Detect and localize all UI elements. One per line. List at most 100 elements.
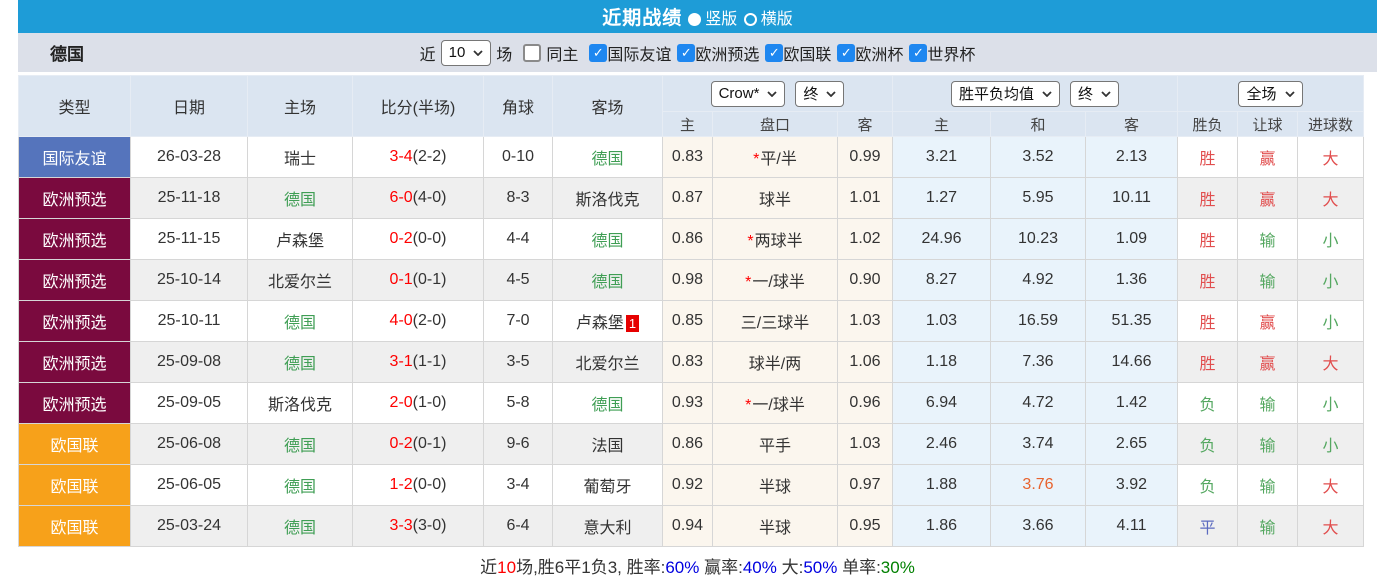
layout-radio-label[interactable]: 竖版 bbox=[705, 11, 737, 28]
match-type-cell: 欧洲预选 bbox=[19, 383, 131, 424]
odds-away-cell: 1.03 bbox=[838, 424, 893, 465]
home-team-cell[interactable]: 德国 bbox=[248, 465, 353, 506]
same-home-label: 同主 bbox=[546, 41, 578, 65]
away-team-cell[interactable]: 葡萄牙 bbox=[553, 465, 663, 506]
goals-cell: 大 bbox=[1298, 178, 1364, 219]
mean-model-select[interactable]: 胜平负均值 bbox=[951, 81, 1060, 107]
competition-label: 世界杯 bbox=[927, 41, 975, 65]
handicap-cell: *一/球半 bbox=[713, 383, 838, 424]
subcol-handicap-result: 让球 bbox=[1238, 112, 1298, 137]
away-team-cell[interactable]: 德国 bbox=[553, 383, 663, 424]
mean-model-value: 胜平负均值 bbox=[959, 83, 1034, 104]
home-team-cell[interactable]: 北爱尔兰 bbox=[248, 260, 353, 301]
corners-cell: 6-4 bbox=[484, 506, 553, 547]
away-team-cell[interactable]: 法国 bbox=[553, 424, 663, 465]
scope-select[interactable]: 全场 bbox=[1238, 81, 1302, 107]
match-count-select[interactable]: 10 bbox=[441, 40, 492, 66]
mean-draw-cell: 10.23 bbox=[991, 219, 1086, 260]
mean-away-cell: 3.92 bbox=[1086, 465, 1178, 506]
home-team-cell[interactable]: 瑞士 bbox=[248, 137, 353, 178]
col-away: 客场 bbox=[553, 76, 663, 137]
home-team-cell[interactable]: 斯洛伐克 bbox=[248, 383, 353, 424]
competition-checkbox[interactable]: ✓ bbox=[765, 44, 783, 62]
chevron-down-icon bbox=[1042, 91, 1052, 97]
match-date-cell: 25-09-08 bbox=[131, 342, 248, 383]
odds-home-cell: 0.92 bbox=[663, 465, 713, 506]
mean-period-select[interactable]: 终 bbox=[1070, 81, 1119, 107]
mean-draw-cell: 16.59 bbox=[991, 301, 1086, 342]
odds-company-select[interactable]: Crow* bbox=[711, 81, 786, 107]
away-team-cell[interactable]: 德国 bbox=[553, 219, 663, 260]
col-score: 比分(半场) bbox=[353, 76, 484, 137]
competition-label: 欧国联 bbox=[783, 41, 831, 65]
match-row: 欧洲预选25-10-14北爱尔兰0-1(0-1)4-5德国0.98*一/球半0.… bbox=[19, 260, 1364, 301]
away-team-cell[interactable]: 德国 bbox=[553, 260, 663, 301]
handicap-cell: 平手 bbox=[713, 424, 838, 465]
match-type-cell: 欧洲预选 bbox=[19, 219, 131, 260]
mean-away-cell: 51.35 bbox=[1086, 301, 1178, 342]
odds-period-value: 终 bbox=[803, 83, 818, 104]
competition-checkbox[interactable]: ✓ bbox=[677, 44, 695, 62]
goals-cell: 大 bbox=[1298, 506, 1364, 547]
match-count-value: 10 bbox=[449, 44, 466, 61]
handicap-cell: 球半 bbox=[713, 178, 838, 219]
match-date-cell: 25-11-15 bbox=[131, 219, 248, 260]
odds-home-cell: 0.87 bbox=[663, 178, 713, 219]
match-type-cell: 欧洲预选 bbox=[19, 301, 131, 342]
filter-bar: 德国 近 10 场 同主 ✓国际友谊✓欧洲预选✓欧国联✓欧洲杯✓世界杯 bbox=[18, 33, 1377, 72]
col-corners: 角球 bbox=[484, 76, 553, 137]
mean-home-cell: 1.03 bbox=[893, 301, 991, 342]
home-team-cell[interactable]: 德国 bbox=[248, 506, 353, 547]
odds-selector-group: Crow* 终 bbox=[663, 76, 893, 112]
home-team-cell[interactable]: 卢森堡 bbox=[248, 219, 353, 260]
away-team-cell[interactable]: 斯洛伐克 bbox=[553, 178, 663, 219]
odds-home-cell: 0.93 bbox=[663, 383, 713, 424]
competition-checkbox[interactable]: ✓ bbox=[589, 44, 607, 62]
handicap-cell: *一/球半 bbox=[713, 260, 838, 301]
match-row: 欧国联25-03-24德国3-3(3-0)6-4意大利0.94半球0.951.8… bbox=[19, 506, 1364, 547]
chevron-down-icon bbox=[1101, 91, 1111, 97]
chevron-down-icon bbox=[767, 91, 777, 97]
match-row: 欧洲预选25-09-08德国3-1(1-1)3-5北爱尔兰0.83球半/两1.0… bbox=[19, 342, 1364, 383]
layout-radio-unselected[interactable] bbox=[744, 13, 757, 26]
odds-period-select[interactable]: 终 bbox=[795, 81, 844, 107]
mean-home-cell: 8.27 bbox=[893, 260, 991, 301]
summary-segment: 近 bbox=[480, 558, 497, 577]
away-team-cell[interactable]: 德国 bbox=[553, 137, 663, 178]
page-title: 近期战绩 bbox=[602, 3, 682, 30]
odds-home-cell: 0.86 bbox=[663, 424, 713, 465]
mean-draw-cell: 5.95 bbox=[991, 178, 1086, 219]
mean-draw-cell: 3.76 bbox=[991, 465, 1086, 506]
home-team-cell[interactable]: 德国 bbox=[248, 301, 353, 342]
score-cell: 0-1(0-1) bbox=[353, 260, 484, 301]
mean-draw-cell: 4.92 bbox=[991, 260, 1086, 301]
summary-segment: 40% bbox=[743, 558, 777, 577]
layout-radio-selected[interactable] bbox=[688, 13, 701, 26]
goals-cell: 小 bbox=[1298, 219, 1364, 260]
match-date-cell: 25-11-18 bbox=[131, 178, 248, 219]
handicap-cell: 球半/两 bbox=[713, 342, 838, 383]
competition-label: 国际友谊 bbox=[607, 41, 671, 65]
competition-checkbox[interactable]: ✓ bbox=[837, 44, 855, 62]
home-team-cell[interactable]: 德国 bbox=[248, 178, 353, 219]
away-team-cell[interactable]: 意大利 bbox=[553, 506, 663, 547]
summary-segment: 单率: bbox=[837, 558, 880, 577]
home-team-cell[interactable]: 德国 bbox=[248, 342, 353, 383]
result-cell: 胜 bbox=[1178, 342, 1238, 383]
same-home-checkbox[interactable] bbox=[523, 44, 541, 62]
away-team-cell[interactable]: 北爱尔兰 bbox=[553, 342, 663, 383]
handicap-cell: *平/半 bbox=[713, 137, 838, 178]
goals-cell: 小 bbox=[1298, 424, 1364, 465]
mean-away-cell: 14.66 bbox=[1086, 342, 1178, 383]
summary-segment: 60% bbox=[665, 558, 699, 577]
match-date-cell: 25-10-14 bbox=[131, 260, 248, 301]
layout-radio-label[interactable]: 横版 bbox=[761, 11, 793, 28]
result-cell: 负 bbox=[1178, 465, 1238, 506]
away-team-cell[interactable]: 卢森堡1 bbox=[553, 301, 663, 342]
match-row: 欧洲预选25-10-11德国4-0(2-0)7-0卢森堡10.85三/三球半1.… bbox=[19, 301, 1364, 342]
home-team-cell[interactable]: 德国 bbox=[248, 424, 353, 465]
match-type-cell: 国际友谊 bbox=[19, 137, 131, 178]
competition-checkbox[interactable]: ✓ bbox=[909, 44, 927, 62]
corners-cell: 4-4 bbox=[484, 219, 553, 260]
handicap-result-cell: 输 bbox=[1238, 219, 1298, 260]
